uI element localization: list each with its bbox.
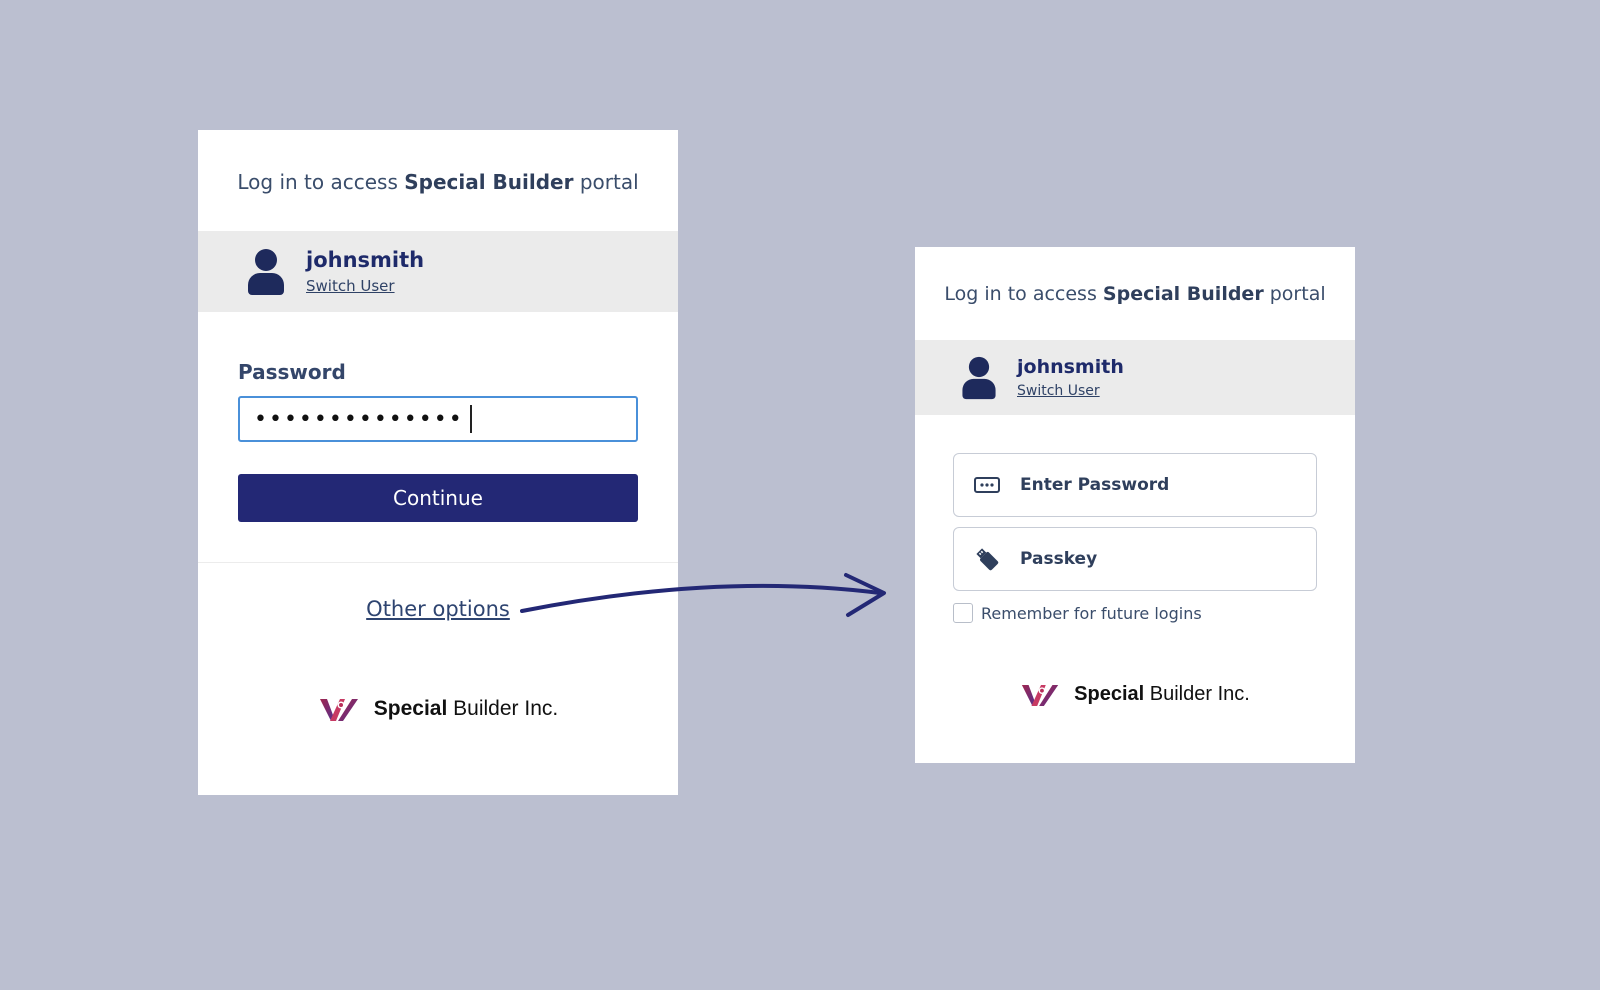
username: johnsmith <box>1017 356 1124 378</box>
remember-checkbox[interactable] <box>953 603 973 623</box>
brand-logo-icon <box>1022 684 1059 706</box>
passkey-button[interactable]: Passkey <box>953 527 1317 591</box>
usb-key-icon <box>974 548 1000 571</box>
title-brand: Special Builder <box>1102 283 1264 305</box>
user-bar: johnsmith Switch User <box>915 340 1355 415</box>
passkey-label: Passkey <box>1020 549 1098 569</box>
enter-password-button[interactable]: Enter Password <box>953 453 1317 517</box>
remember-label: Remember for future logins <box>981 603 1202 623</box>
remember-row: Remember for future logins <box>953 603 1317 623</box>
password-dots-icon <box>974 474 1000 496</box>
card-title: Log in to access Special Builder portal <box>915 247 1355 340</box>
flow-arrow-icon <box>520 573 886 617</box>
stage: Log in to access Special Builder portal … <box>0 0 1600 990</box>
title-prefix: Log in to access <box>944 283 1097 305</box>
user-avatar-icon <box>961 356 998 399</box>
enter-password-label: Enter Password <box>1020 475 1170 495</box>
switch-user-link[interactable]: Switch User <box>1017 383 1124 399</box>
brand-footer: Special Builder Inc. <box>915 681 1355 708</box>
title-suffix: portal <box>1269 283 1326 305</box>
login-options: Enter Password Passkey Remember for futu… <box>915 453 1355 623</box>
login-options-card: Log in to access Special Builder portal … <box>915 247 1355 763</box>
brand-name: Special Builder Inc. <box>1074 683 1250 705</box>
